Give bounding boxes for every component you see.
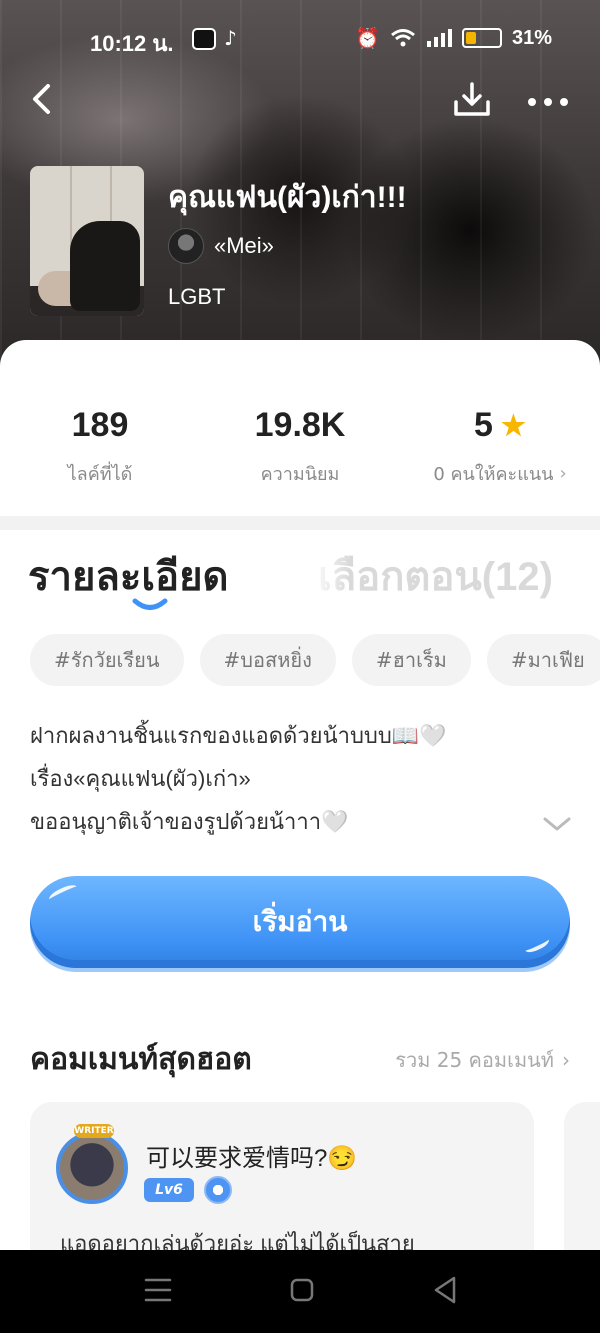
chevron-right-icon: ›	[562, 1048, 570, 1072]
tab-active-indicator	[132, 598, 168, 610]
chevron-right-icon: ›	[559, 463, 567, 484]
author-row[interactable]: «Mei»	[168, 228, 274, 264]
star-icon: ★	[500, 410, 527, 441]
synopsis: ฝากผลงานชิ้นแรกของแอดด้วยน้าบบบ📖🤍 เรื่อง…	[30, 714, 550, 843]
status-time: 10:12 น.	[90, 31, 174, 56]
popularity-count: 19.8K	[254, 406, 346, 444]
tag-list: #รักวัยเรียน #บอสหยิ่ง #ฮาเร็ม #มาเฟีย	[30, 634, 600, 686]
start-reading-label: เริ่มอ่าน	[252, 906, 348, 937]
signal-icon	[426, 29, 452, 47]
tag-chip[interactable]: #มาเฟีย	[486, 634, 600, 686]
comment-card[interactable]: WRITER 可以要求爱情吗?😏 Lv6 แอดอยากเล่นด้วยอ่ะ …	[30, 1102, 534, 1250]
status-bar: 10:12 น. ♪ ⏰ 31%	[0, 0, 600, 80]
button-shine	[523, 934, 551, 956]
chevron-down-icon[interactable]	[540, 812, 574, 836]
back-icon[interactable]	[26, 82, 60, 116]
section-divider	[0, 516, 600, 530]
system-back-icon[interactable]	[424, 1268, 468, 1312]
battery-icon	[461, 28, 502, 48]
synopsis-line: เรื่อง«คุณแฟน(ผัว)เก่า»	[30, 766, 251, 791]
verified-icon	[204, 1176, 232, 1204]
comment-text: แอดอยากเล่นด้วยอ่ะ แต่ไม่ได้เป็นสาย	[60, 1231, 415, 1250]
level-badge: Lv6	[144, 1178, 194, 1202]
detail-tabs: รายละเอียด เลือกตอน(12)	[0, 536, 600, 616]
button-shine	[47, 882, 79, 904]
commenter-avatar[interactable]	[56, 1132, 128, 1204]
tab-chapters[interactable]: เลือกตอน(12)	[318, 544, 553, 608]
home-icon[interactable]	[280, 1268, 324, 1312]
recent-apps-icon[interactable]	[136, 1268, 180, 1312]
writer-badge: WRITER	[74, 1124, 114, 1138]
book-title: คุณแฟน(ผัว)เก่า!!!	[168, 181, 407, 214]
tab-fade	[310, 536, 350, 606]
popularity-label: ความนิยม	[260, 464, 340, 485]
rating-count-label: 0 คนให้คะแนน	[433, 464, 554, 485]
stat-rating[interactable]: 5 ★ 0 คนให้คะแนน ›	[420, 406, 580, 488]
commenter-name[interactable]: 可以要求爱情吗?😏	[146, 1138, 357, 1173]
system-navigation-bar	[0, 1250, 600, 1333]
download-icon[interactable]	[452, 80, 492, 120]
book-hero-banner: 10:12 น. ♪ ⏰ 31% คุณแฟน(ผัว)เก่า!!! «Mei…	[0, 0, 600, 380]
book-category[interactable]: LGBT	[168, 284, 225, 310]
stat-likes: 189 ไลค์ที่ได้	[40, 406, 160, 488]
tag-chip[interactable]: #บอสหยิ่ง	[199, 634, 336, 686]
tag-chip[interactable]: #ฮาเร็ม	[351, 634, 471, 686]
rating-score-row: 5 ★	[420, 406, 580, 445]
rating-score: 5	[473, 406, 493, 444]
author-avatar[interactable]	[168, 228, 204, 264]
cover-figure	[70, 221, 140, 311]
wifi-icon	[391, 29, 415, 47]
synopsis-line: ขออนุญาติเจ้าของรูปด้วยน้าาา🤍	[30, 809, 349, 834]
app-notification-icon	[192, 28, 216, 50]
tag-chip[interactable]: #รักวัยเรียน	[30, 634, 184, 686]
book-detail-card: 189 ไลค์ที่ได้ 19.8K ความนิยม 5 ★ 0 คนให…	[0, 340, 600, 1250]
start-reading-button[interactable]: เริ่มอ่าน	[30, 876, 570, 968]
comment-card-next[interactable]	[564, 1102, 600, 1250]
status-icons: ⏰ 31%	[355, 26, 552, 50]
comments-total-link[interactable]: รวม 25 คอมเมนท์ ›	[395, 1044, 570, 1076]
likes-count: 189	[71, 406, 129, 444]
author-name[interactable]: «Mei»	[214, 233, 274, 259]
rating-count-row[interactable]: 0 คนให้คะแนน ›	[420, 459, 580, 488]
alarm-icon: ⏰	[355, 26, 380, 50]
comments-total-label: รวม 25 คอมเมนท์	[395, 1048, 554, 1072]
synopsis-line: ฝากผลงานชิ้นแรกของแอดด้วยน้าบบบ📖🤍	[30, 723, 447, 748]
battery-percent: 31%	[511, 26, 552, 49]
tiktok-icon: ♪	[224, 26, 237, 50]
hot-comments-heading: คอมเมนท์สุดฮอต	[30, 1043, 252, 1076]
tab-details[interactable]: รายละเอียด	[28, 544, 229, 608]
book-cover[interactable]	[30, 166, 144, 316]
more-icon[interactable]	[526, 88, 570, 116]
stats-row: 189 ไลค์ที่ได้ 19.8K ความนิยม 5 ★ 0 คนให…	[0, 340, 600, 516]
likes-label: ไลค์ที่ได้	[67, 464, 133, 485]
stat-popularity: 19.8K ความนิยม	[230, 406, 370, 488]
